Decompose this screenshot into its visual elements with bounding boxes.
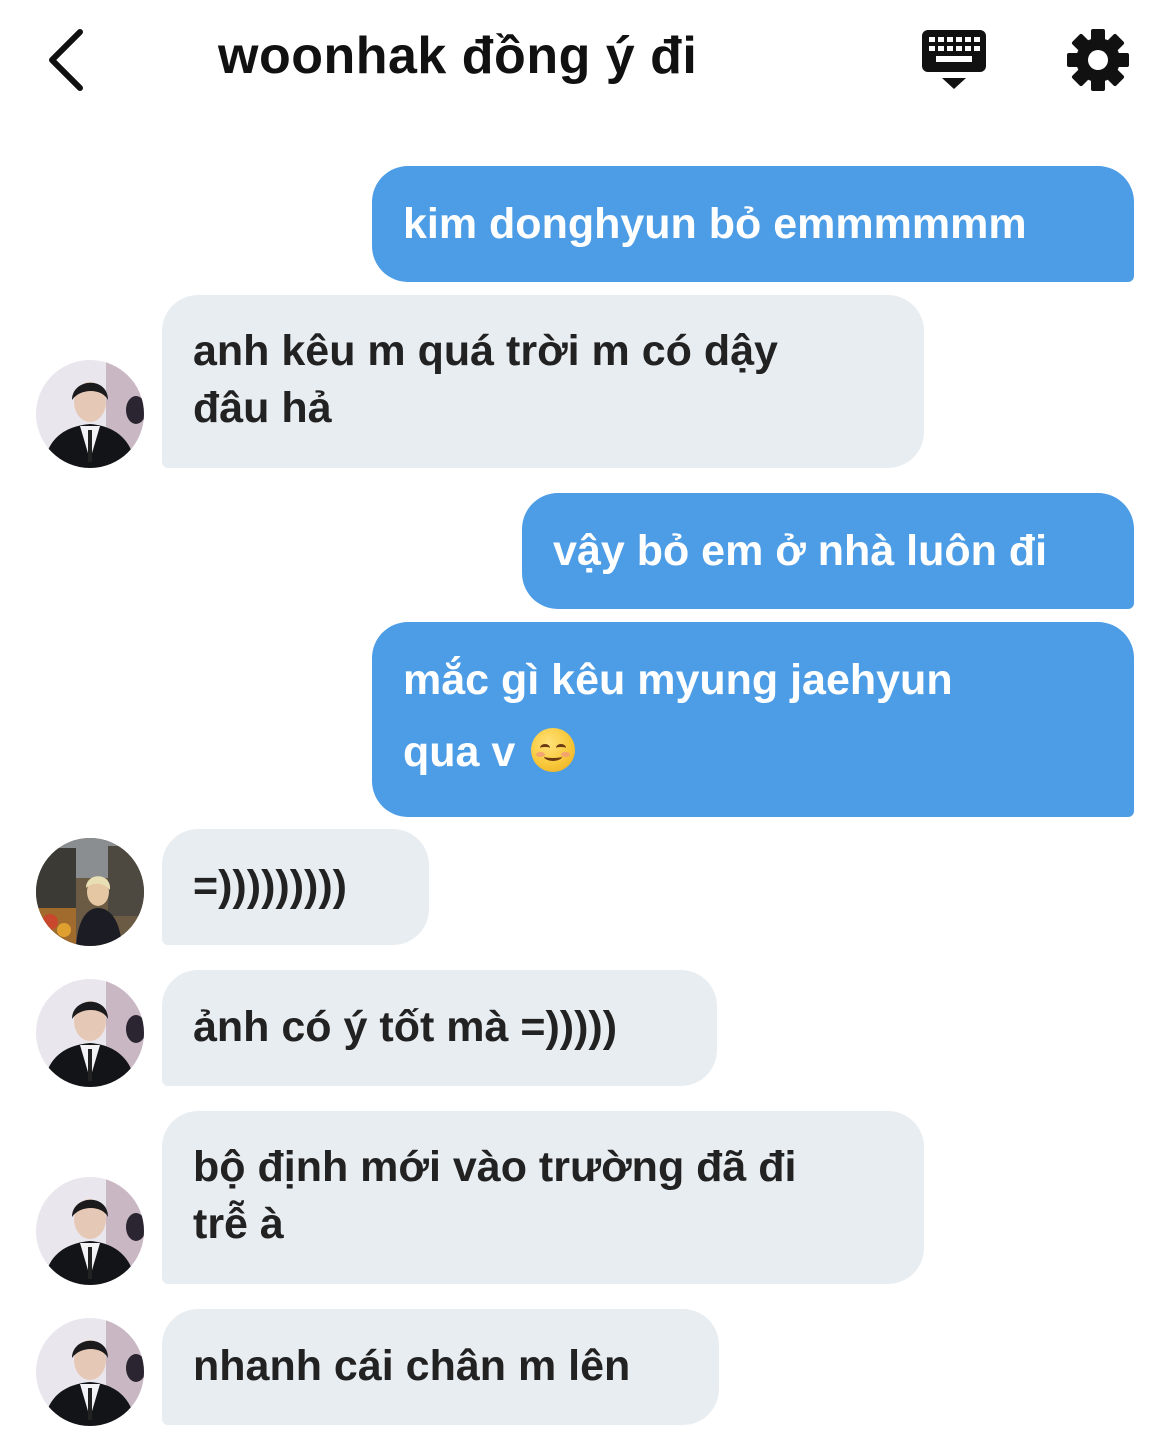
incoming-message[interactable]: nhanh cái chân m lên — [162, 1309, 719, 1425]
outgoing-message[interactable]: mắc gì kêu myung jaehyun qua v — [372, 622, 1134, 817]
message-line: qua v — [403, 716, 1104, 788]
message-text: qua v — [403, 728, 516, 776]
chat-header: woonhak đồng ý đi — [0, 0, 1170, 120]
message-text: nhanh cái chân m lên — [193, 1342, 631, 1390]
incoming-message[interactable]: anh kêu m quá trời m có dậy đâu hả — [162, 295, 924, 468]
conversation-title: woonhak đồng ý đi — [218, 27, 698, 85]
incoming-message[interactable]: ảnh có ý tốt mà =))))) — [162, 970, 717, 1086]
keyboard-button[interactable] — [918, 26, 990, 92]
avatar[interactable] — [36, 360, 144, 468]
incoming-message[interactable]: bộ định mới vào trường đã đi trễ à — [162, 1111, 924, 1284]
chevron-left-icon — [49, 29, 83, 91]
message-text: vậy bỏ em ở nhà luôn đi — [553, 527, 1048, 575]
avatar-photo-1 — [36, 1318, 144, 1426]
avatar[interactable] — [36, 838, 144, 946]
avatar-photo-2 — [36, 838, 144, 946]
smiling-face-emoji-icon — [531, 728, 576, 772]
message-text: anh kêu m quá trời m có dậy — [193, 327, 778, 375]
message-text: mắc gì kêu myung jaehyun — [403, 656, 953, 704]
outgoing-message[interactable]: vậy bỏ em ở nhà luôn đi — [522, 493, 1134, 609]
settings-button[interactable] — [1064, 26, 1132, 94]
message-text: kim donghyun bỏ emmmmmm — [403, 200, 1027, 248]
message-text: đâu hả — [193, 384, 332, 432]
message-text: bộ định mới vào trường đã đi — [193, 1143, 797, 1191]
avatar-photo-1 — [36, 360, 144, 468]
avatar[interactable] — [36, 1177, 144, 1285]
message-text: trễ à — [193, 1200, 284, 1248]
message-text: =))))))))) — [193, 862, 347, 910]
message-text: ảnh có ý tốt mà =))))) — [193, 1003, 618, 1051]
keyboard-icon — [922, 30, 986, 89]
incoming-message[interactable]: =))))))))) — [162, 829, 429, 945]
avatar[interactable] — [36, 1318, 144, 1426]
gear-icon — [1067, 29, 1129, 91]
avatar-photo-1 — [36, 1177, 144, 1285]
avatar[interactable] — [36, 979, 144, 1087]
chat-screen: woonhak đồng ý đi kim donghyun bỏ emmmmm… — [0, 0, 1170, 1439]
back-button[interactable] — [40, 22, 100, 98]
outgoing-message[interactable]: kim donghyun bỏ emmmmmm — [372, 166, 1134, 282]
avatar-photo-1 — [36, 979, 144, 1087]
